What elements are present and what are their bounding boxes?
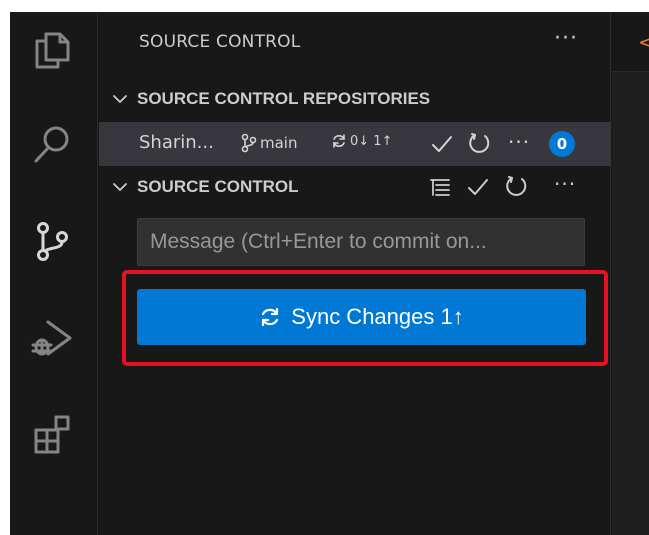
chevron-down-icon <box>109 91 131 107</box>
changes-count-badge: 0 <box>549 131 575 157</box>
sidebar-title: SOURCE CONTROL <box>139 32 301 52</box>
commit-check-icon[interactable] <box>430 132 454 156</box>
search-icon[interactable] <box>28 120 76 168</box>
source-control-icon[interactable] <box>28 217 76 265</box>
commit-check-icon[interactable] <box>466 175 490 199</box>
source-control-section-header[interactable]: SOURCE CONTROL <box>99 170 611 204</box>
view-as-tree-icon[interactable] <box>429 176 451 198</box>
source-control-more-actions-button[interactable]: ··· <box>554 172 576 196</box>
refresh-icon[interactable] <box>468 131 492 155</box>
explorer-icon[interactable] <box>28 26 76 74</box>
sync-status-indicator[interactable]: 0↓ 1↑ <box>331 133 392 149</box>
sync-icon <box>333 134 345 148</box>
editor-tab-bar: < <box>612 12 649 72</box>
repositories-section-header[interactable]: SOURCE CONTROL REPOSITORIES <box>99 82 611 116</box>
source-control-section-title: SOURCE CONTROL <box>137 177 299 196</box>
activity-bar <box>10 12 98 535</box>
run-debug-icon[interactable] <box>28 314 76 362</box>
editor-area: < <box>612 12 649 535</box>
chevron-down-icon <box>109 179 131 195</box>
repository-name: Sharin... <box>139 132 214 153</box>
sync-changes-label: Sync Changes 1↑ <box>291 304 464 329</box>
sync-status-text: 0↓ 1↑ <box>350 133 393 149</box>
repository-more-actions-button[interactable]: ··· <box>508 130 530 154</box>
extensions-icon[interactable] <box>28 410 76 458</box>
repository-row[interactable]: Sharin... main 0↓ 1↑ ··· 0 <box>99 122 611 166</box>
sidebar-more-actions-button[interactable]: ··· <box>554 26 578 51</box>
editor-tab-icon[interactable]: < <box>638 30 649 54</box>
repositories-section-title: SOURCE CONTROL REPOSITORIES <box>137 89 431 108</box>
refresh-icon[interactable] <box>505 174 529 198</box>
commit-message-input[interactable] <box>137 218 585 266</box>
branch-indicator[interactable]: main <box>240 133 297 153</box>
sync-changes-button[interactable]: Sync Changes 1↑ <box>137 289 586 345</box>
source-control-sidebar: SOURCE CONTROL ··· SOURCE CONTROL REPOSI… <box>99 12 611 535</box>
branch-name: main <box>260 134 298 152</box>
sync-icon <box>262 307 279 327</box>
branch-icon <box>241 133 257 153</box>
vscode-window: SOURCE CONTROL ··· SOURCE CONTROL REPOSI… <box>10 12 649 535</box>
